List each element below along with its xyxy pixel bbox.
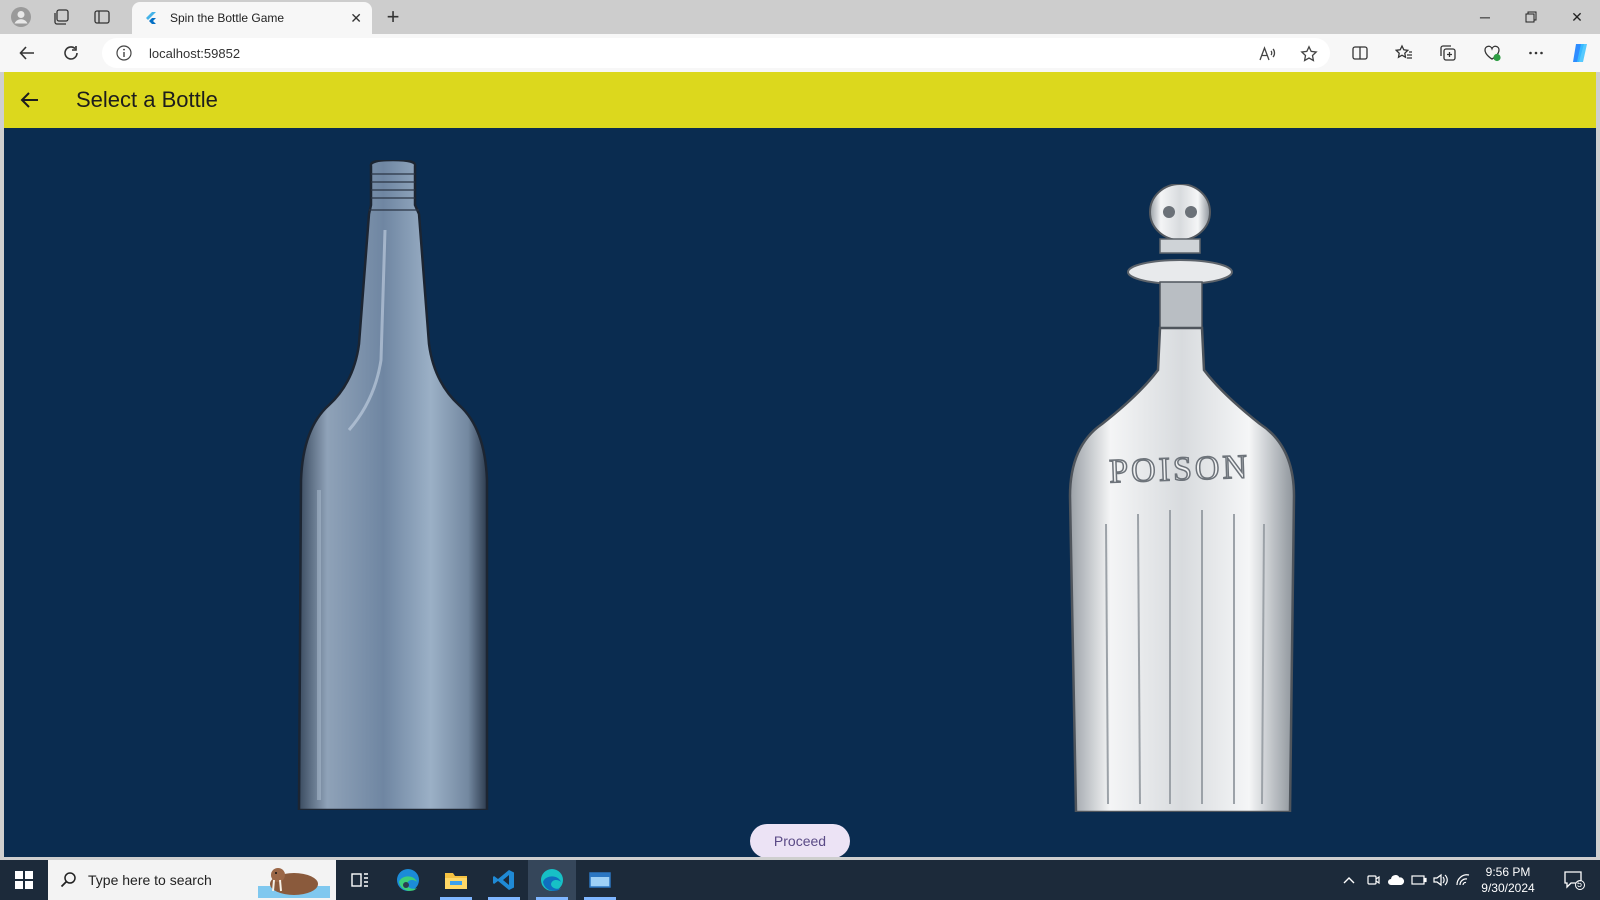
onedrive-cloud-icon[interactable] — [1384, 860, 1408, 900]
show-hidden-icons-chevron-icon[interactable] — [1336, 860, 1362, 900]
workspaces-icon[interactable] — [48, 4, 74, 30]
app-window-icon[interactable] — [576, 860, 624, 900]
app-content: Select a Bottle POISON Proceed — [4, 72, 1596, 857]
site-info-icon[interactable] — [116, 45, 132, 61]
favorites-icon[interactable] — [1390, 40, 1418, 66]
collections-icon[interactable] — [1434, 40, 1462, 66]
restore-icon[interactable] — [1508, 0, 1554, 34]
meet-now-icon[interactable] — [1362, 860, 1384, 900]
more-menu-icon[interactable] — [1522, 40, 1550, 66]
minimize-icon[interactable]: ─ — [1462, 0, 1508, 34]
tab-title: Spin the Bottle Game — [170, 11, 285, 25]
split-screen-icon[interactable] — [1346, 40, 1374, 66]
browser-window: Spin the Bottle Game ✕ + ─ ✕ localhost:5… — [0, 0, 1600, 900]
address-toolbar: localhost:59852 — [0, 34, 1600, 72]
tab-strip: Spin the Bottle Game ✕ + ─ ✕ — [0, 0, 1600, 34]
favorite-star-icon[interactable] — [1300, 45, 1318, 63]
volume-icon[interactable] — [1430, 860, 1452, 900]
walrus-illustration-icon — [258, 868, 330, 898]
page-title: Select a Bottle — [76, 87, 218, 112]
search-icon — [60, 872, 76, 888]
read-aloud-icon[interactable] — [1258, 45, 1276, 63]
vscode-icon[interactable] — [480, 860, 528, 900]
profile-icon[interactable] — [8, 4, 34, 30]
battery-icon[interactable] — [1408, 860, 1430, 900]
back-icon[interactable] — [13, 40, 41, 66]
notification-count: 5 — [1577, 879, 1583, 889]
taskbar-search[interactable]: Type here to search — [48, 860, 336, 900]
poison-bottle[interactable]: POISON — [1056, 184, 1304, 812]
app-bar: Select a Bottle — [4, 72, 1596, 128]
tab-actions-icon[interactable] — [89, 4, 115, 30]
address-bar[interactable]: localhost:59852 — [102, 38, 1330, 68]
poison-label: POISON — [1109, 449, 1251, 491]
url-text: localhost:59852 — [149, 46, 241, 61]
clock-date: 9/30/2024 — [1481, 881, 1535, 895]
windows-start-icon[interactable] — [0, 860, 48, 900]
edge-dev-taskbar-icon[interactable] — [528, 860, 576, 900]
system-clock[interactable]: 9:56 PM 9/30/2024 — [1470, 864, 1546, 896]
edge-taskbar-icon[interactable] — [384, 860, 432, 900]
clock-time: 9:56 PM — [1485, 865, 1531, 879]
close-tab-icon[interactable]: ✕ — [350, 10, 362, 27]
task-view-icon[interactable] — [336, 860, 384, 900]
browser-essentials-icon[interactable] — [1478, 40, 1506, 66]
search-placeholder: Type here to search — [88, 872, 212, 888]
back-arrow-icon[interactable] — [18, 88, 42, 112]
copilot-icon[interactable] — [1566, 40, 1594, 66]
taskbar: Type here to search 9:56 PM 9/30/2024 5 — [0, 860, 1600, 900]
notification-center-icon[interactable]: 5 — [1556, 860, 1592, 900]
file-explorer-icon[interactable] — [432, 860, 480, 900]
flutter-icon — [146, 12, 156, 24]
refresh-icon[interactable] — [57, 40, 85, 66]
new-tab-icon[interactable]: + — [380, 4, 406, 30]
close-window-icon[interactable]: ✕ — [1554, 0, 1600, 34]
tab-spin-the-bottle[interactable]: Spin the Bottle Game ✕ — [132, 2, 372, 34]
proceed-button[interactable]: Proceed — [750, 824, 850, 857]
clear-glass-bottle[interactable] — [289, 160, 509, 810]
